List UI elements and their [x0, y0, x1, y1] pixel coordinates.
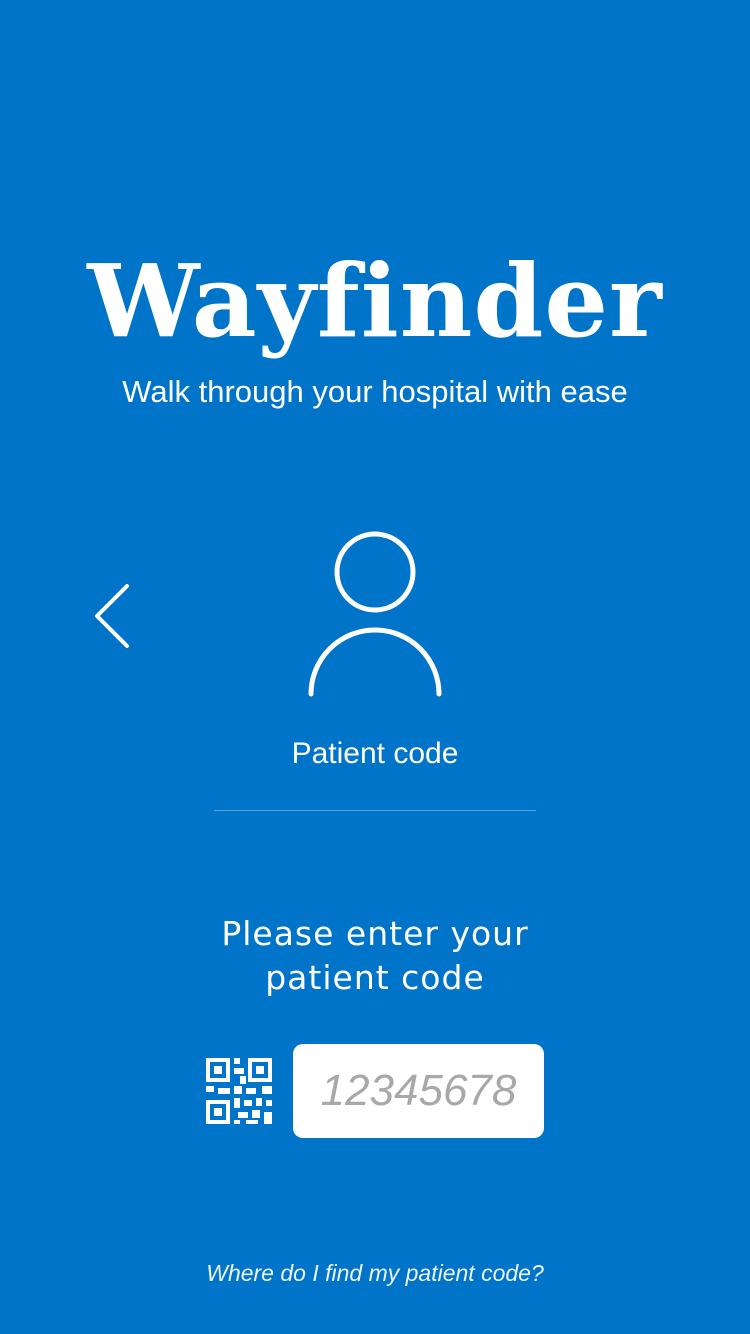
back-button[interactable]: [80, 574, 144, 658]
prompt-text: Please enter your patient code: [0, 912, 750, 1000]
qr-code-icon[interactable]: [204, 1056, 274, 1126]
app-tagline: Walk through your hospital with ease: [122, 374, 628, 409]
app-title: Wayfinder: [87, 242, 663, 360]
prompt-line-2: patient code: [265, 958, 485, 997]
help-link[interactable]: Where do I find my patient code?: [0, 1258, 750, 1288]
divider: [214, 810, 536, 811]
chevron-left-icon: [95, 584, 129, 648]
patient-code-input[interactable]: [293, 1044, 544, 1138]
person-icon: [308, 531, 442, 697]
prompt-line-1: Please enter your: [221, 914, 529, 953]
login-mode-label: Patient code: [291, 737, 459, 770]
